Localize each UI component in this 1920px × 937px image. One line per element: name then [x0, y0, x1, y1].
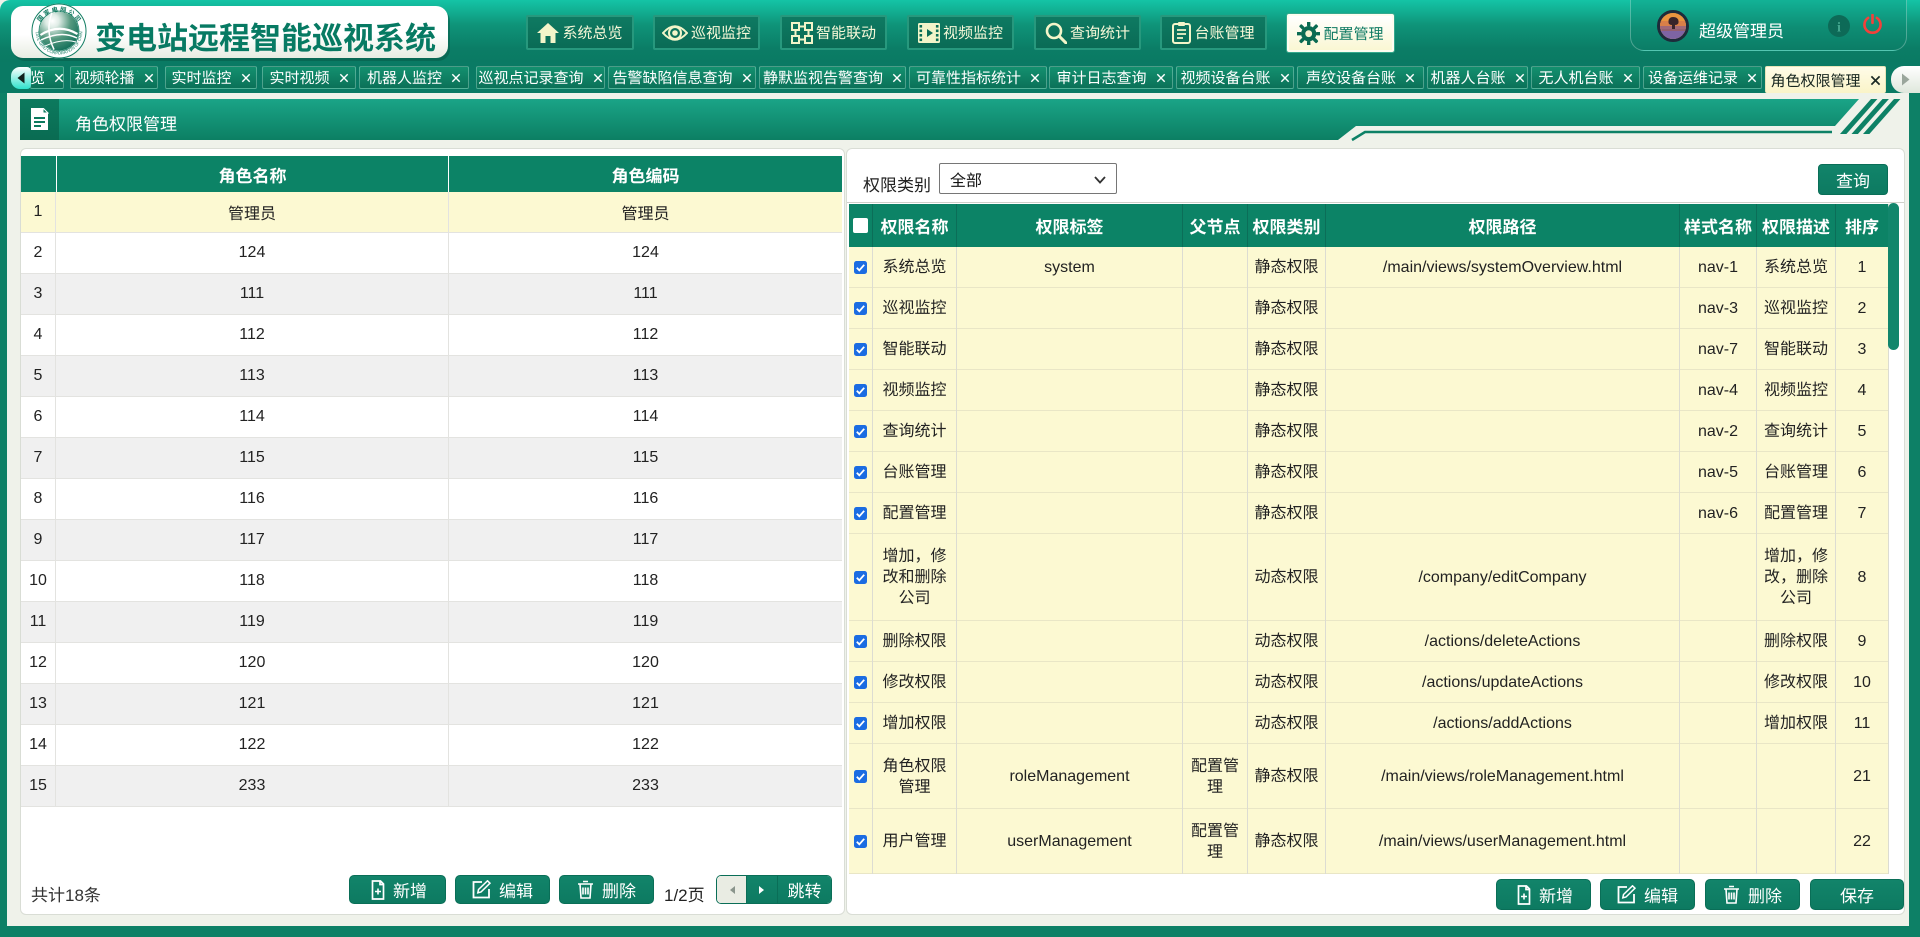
svg-text:i: i: [1837, 21, 1841, 36]
